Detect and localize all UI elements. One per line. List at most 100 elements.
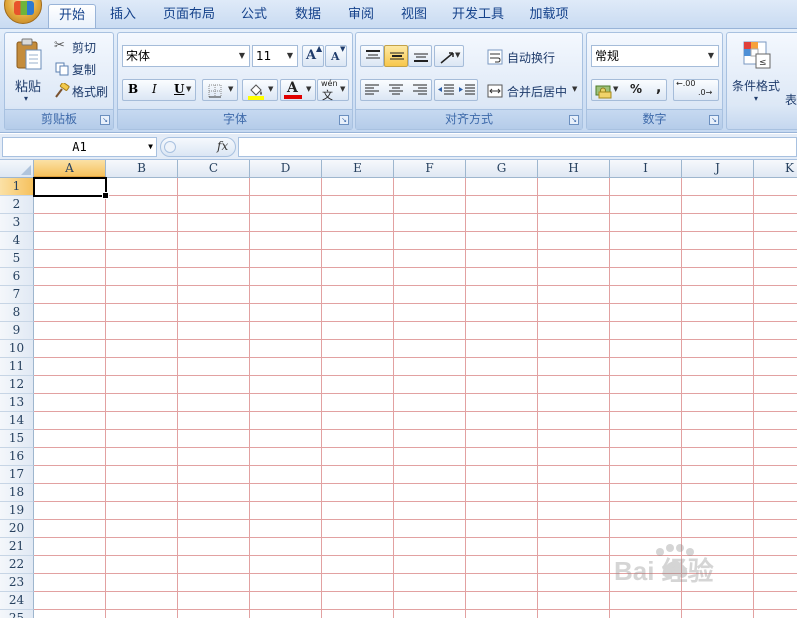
copy-button[interactable]: 复制 xyxy=(51,58,111,78)
borders-button[interactable]: ▼ xyxy=(202,79,238,101)
row-header-17[interactable]: 17 xyxy=(0,466,34,484)
font-name-value: 宋体 xyxy=(126,49,151,63)
column-header-c[interactable]: C xyxy=(178,160,250,178)
paste-icon xyxy=(16,38,42,70)
tab-review[interactable]: 审阅 xyxy=(338,4,384,28)
comma-style-button[interactable]: , xyxy=(656,80,661,96)
wrap-text-button[interactable]: 自动换行 xyxy=(484,45,580,67)
row-header-2[interactable]: 2 xyxy=(0,196,34,214)
row-header-23[interactable]: 23 xyxy=(0,574,34,592)
formula-input[interactable] xyxy=(238,137,797,157)
select-all-button[interactable] xyxy=(0,160,34,178)
tab-developer[interactable]: 开发工具 xyxy=(444,4,512,28)
row-header-18[interactable]: 18 xyxy=(0,484,34,502)
alignment-dialog-launcher-icon[interactable]: ↘ xyxy=(569,115,579,125)
row-header-20[interactable]: 20 xyxy=(0,520,34,538)
tab-insert[interactable]: 插入 xyxy=(100,4,146,28)
row-header-12[interactable]: 12 xyxy=(0,376,34,394)
borders-icon xyxy=(208,84,222,98)
align-right-icon[interactable] xyxy=(413,84,427,96)
align-middle-button[interactable] xyxy=(384,45,408,67)
column-header-f[interactable]: F xyxy=(394,160,466,178)
paste-label: 粘贴 xyxy=(15,80,42,95)
office-button[interactable] xyxy=(4,0,42,24)
row-header-15[interactable]: 15 xyxy=(0,430,34,448)
align-left-icon[interactable] xyxy=(365,84,379,96)
column-header-g[interactable]: G xyxy=(466,160,538,178)
row-header-6[interactable]: 6 xyxy=(0,268,34,286)
svg-text:≤: ≤ xyxy=(759,58,767,68)
phonetic-bottom: 文 xyxy=(322,89,333,102)
column-header-a[interactable]: A xyxy=(34,160,106,178)
column-header-i[interactable]: I xyxy=(610,160,682,178)
font-dialog-launcher-icon[interactable]: ↘ xyxy=(339,115,349,125)
align-bottom-button[interactable] xyxy=(408,45,432,67)
row-header-11[interactable]: 11 xyxy=(0,358,34,376)
name-box[interactable]: A1 ▼ xyxy=(2,137,157,157)
table-format-label[interactable]: 表 xyxy=(785,91,797,108)
tab-formulas[interactable]: 公式 xyxy=(231,4,277,28)
decrease-indent-icon[interactable] xyxy=(438,84,454,96)
chevron-down-icon: ▼ xyxy=(455,51,461,59)
clipboard-dialog-launcher-icon[interactable]: ↘ xyxy=(100,115,110,125)
clipboard-group: 粘贴 ▾ ✂ 剪切 复制 格式刷 剪贴板 ↘ xyxy=(4,32,114,130)
shrink-font-button[interactable]: A ▼ xyxy=(325,45,347,67)
row-header-14[interactable]: 14 xyxy=(0,412,34,430)
underline-button[interactable]: U xyxy=(174,82,184,96)
currency-icon[interactable] xyxy=(595,83,613,99)
number-format-select[interactable]: 常规 ▼ xyxy=(591,45,719,67)
font-name-select[interactable]: 宋体 ▼ xyxy=(122,45,250,67)
row-header-3[interactable]: 3 xyxy=(0,214,34,232)
row-header-5[interactable]: 5 xyxy=(0,250,34,268)
row-header-24[interactable]: 24 xyxy=(0,592,34,610)
row-header-25[interactable]: 25 xyxy=(0,610,34,618)
tab-page-layout[interactable]: 页面布局 xyxy=(155,4,223,28)
font-color-button[interactable]: A ▼ xyxy=(280,79,316,101)
row-header-19[interactable]: 19 xyxy=(0,502,34,520)
grow-font-button[interactable]: A ▲ xyxy=(302,44,324,67)
merge-center-button[interactable]: 合并后居中 ▼ xyxy=(484,79,580,101)
format-painter-button[interactable]: 格式刷 xyxy=(51,80,113,100)
increase-decimal-button[interactable]: ←.00 xyxy=(676,79,695,88)
font-size-select[interactable]: 11 ▼ xyxy=(252,45,298,67)
row-header-21[interactable]: 21 xyxy=(0,538,34,556)
number-dialog-launcher-icon[interactable]: ↘ xyxy=(709,115,719,125)
column-header-h[interactable]: H xyxy=(538,160,610,178)
tab-data[interactable]: 数据 xyxy=(285,4,331,28)
row-header-8[interactable]: 8 xyxy=(0,304,34,322)
row-header-4[interactable]: 4 xyxy=(0,232,34,250)
row-header-7[interactable]: 7 xyxy=(0,286,34,304)
column-header-e[interactable]: E xyxy=(322,160,394,178)
column-header-k[interactable]: K xyxy=(754,160,797,178)
phonetic-guide-button[interactable]: wén 文 ▼ xyxy=(317,79,349,102)
percent-style-button[interactable]: % xyxy=(630,82,642,96)
cut-button[interactable]: ✂ 剪切 xyxy=(51,36,111,56)
align-top-button[interactable] xyxy=(360,45,384,67)
increase-indent-icon[interactable] xyxy=(459,84,475,96)
italic-button[interactable]: I xyxy=(152,82,157,96)
chevron-down-icon[interactable]: ▼ xyxy=(148,138,153,156)
column-header-j[interactable]: J xyxy=(682,160,754,178)
row-header-1[interactable]: 1 xyxy=(0,178,34,196)
row-header-10[interactable]: 10 xyxy=(0,340,34,358)
paste-button[interactable]: 粘贴 ▾ xyxy=(7,35,49,107)
active-cell-a1[interactable] xyxy=(33,177,109,199)
decrease-decimal-button[interactable]: .0→ xyxy=(698,88,712,97)
row-header-13[interactable]: 13 xyxy=(0,394,34,412)
tab-view[interactable]: 视图 xyxy=(391,4,437,28)
align-center-icon[interactable] xyxy=(389,84,403,96)
bold-button[interactable]: B xyxy=(128,82,138,96)
conditional-format-button[interactable]: ≤ 条件格式 ▾ xyxy=(729,35,787,107)
orientation-button[interactable]: ▼ xyxy=(434,45,464,67)
column-header-d[interactable]: D xyxy=(250,160,322,178)
tab-add-ins[interactable]: 加载项 xyxy=(520,4,578,28)
row-header-16[interactable]: 16 xyxy=(0,448,34,466)
insert-function-button[interactable]: fx xyxy=(217,139,228,153)
column-header-b[interactable]: B xyxy=(106,160,178,178)
fill-color-button[interactable]: ▼ xyxy=(242,79,278,101)
formula-bar-grip-icon[interactable] xyxy=(164,141,176,153)
row-header-22[interactable]: 22 xyxy=(0,556,34,574)
tab-home[interactable]: 开始 xyxy=(48,4,96,28)
chevron-down-icon: ▾ xyxy=(24,94,29,103)
row-header-9[interactable]: 9 xyxy=(0,322,34,340)
